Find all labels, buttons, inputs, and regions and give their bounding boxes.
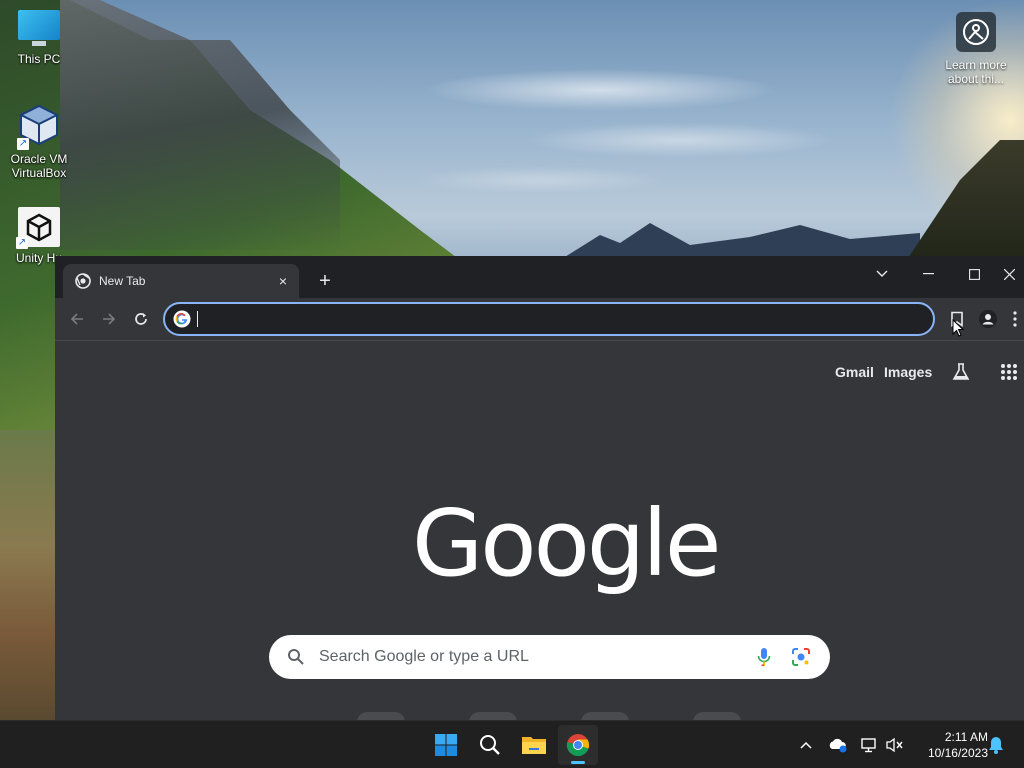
network-button[interactable]: [859, 735, 879, 755]
volume-muted-icon: [886, 737, 903, 753]
maximize-button[interactable]: [951, 260, 997, 288]
labs-button[interactable]: [949, 360, 973, 384]
chevron-up-icon: [800, 741, 812, 749]
wallpaper-rock-face: [60, 0, 340, 250]
wallpaper-lake: [0, 430, 60, 720]
onedrive-button[interactable]: [828, 735, 848, 755]
virtualbox-icon: ↗: [17, 104, 60, 150]
taskbar-search-button[interactable]: [470, 725, 510, 765]
new-tab-button[interactable]: +: [313, 269, 337, 293]
wallpaper-far-mountains: [560, 223, 920, 260]
forward-button[interactable]: [95, 305, 123, 333]
learn-more-spotlight[interactable]: Learn more about thi...: [940, 12, 1012, 86]
unity-icon: ↗: [16, 207, 60, 249]
desktop-icon-label: This PC: [17, 52, 61, 66]
start-button[interactable]: [426, 725, 466, 765]
tab-search-chevron-icon[interactable]: [859, 260, 905, 288]
lens-icon: [792, 648, 810, 666]
apps-grid-icon: [1001, 364, 1017, 380]
notification-button[interactable]: [986, 735, 1006, 755]
search-placeholder: Search Google or type a URL: [319, 648, 529, 665]
profile-icon: [979, 310, 997, 328]
search-icon: [480, 735, 500, 755]
lens-search-button[interactable]: [790, 646, 812, 668]
this-pc-icon: [18, 10, 60, 48]
images-link[interactable]: Images: [884, 364, 932, 380]
tab-strip: New Tab × +: [55, 256, 1024, 298]
tab-close-icon[interactable]: ×: [273, 271, 293, 291]
voice-search-button[interactable]: [754, 645, 774, 669]
file-explorer-icon: [522, 737, 546, 754]
camera-spotlight-icon: [956, 12, 996, 52]
flask-icon: [952, 363, 970, 380]
show-hidden-icons-button[interactable]: [796, 735, 816, 755]
start-icon: [435, 734, 457, 756]
address-bar[interactable]: [163, 302, 935, 336]
mouse-cursor-icon: [952, 319, 964, 337]
back-button[interactable]: [63, 305, 91, 333]
close-window-button[interactable]: [995, 260, 1024, 288]
clock-date: 10/16/2023: [927, 746, 988, 760]
minimize-button[interactable]: [905, 260, 951, 288]
network-icon: [861, 738, 876, 753]
desktop-icon-virtualbox[interactable]: ↗ Oracle VM VirtualBox: [0, 104, 78, 180]
taskbar: 2:11 AM 10/16/2023: [0, 720, 1024, 768]
profile-button[interactable]: [974, 305, 1002, 333]
reload-icon: [135, 313, 147, 325]
ntp-search-box[interactable]: Search Google or type a URL: [269, 635, 830, 679]
kebab-menu-icon: [1013, 311, 1017, 327]
tab-new-tab[interactable]: New Tab ×: [63, 264, 299, 298]
tab-title: New Tab: [99, 274, 146, 288]
taskbar-clock[interactable]: 2:11 AM 10/16/2023: [912, 729, 988, 761]
chrome-taskbar-button[interactable]: [558, 725, 598, 765]
omnibox-input[interactable]: [198, 311, 933, 327]
desktop-icon-label: Oracle VM VirtualBox: [10, 152, 68, 180]
chrome-window: New Tab × + Gmail Images Google Search G…: [55, 256, 1024, 722]
chrome-menu-button[interactable]: [1006, 305, 1024, 333]
toolbar-divider: [55, 340, 1024, 341]
browser-toolbar: [55, 298, 1024, 340]
desktop-icon-this-pc[interactable]: This PC: [0, 10, 78, 66]
bell-icon: [989, 737, 1003, 754]
chrome-favicon-icon: [75, 273, 91, 289]
microphone-icon: [757, 648, 771, 667]
wallpaper-clouds: [300, 30, 920, 220]
google-apps-button[interactable]: [997, 360, 1021, 384]
arrow-right-icon: [103, 313, 116, 325]
google-logo: Google: [412, 490, 721, 597]
active-app-indicator: [571, 761, 585, 764]
google-g-icon: [173, 310, 191, 328]
onedrive-icon: [829, 738, 847, 753]
learn-more-label: Learn more about thi...: [945, 58, 1007, 86]
gmail-link[interactable]: Gmail: [835, 364, 874, 380]
arrow-left-icon: [70, 313, 83, 325]
volume-button[interactable]: [885, 735, 905, 755]
search-icon: [288, 649, 304, 665]
file-explorer-button[interactable]: [514, 725, 554, 765]
clock-time: 2:11 AM: [944, 730, 988, 744]
chrome-icon: [566, 734, 590, 757]
reload-button[interactable]: [127, 305, 155, 333]
